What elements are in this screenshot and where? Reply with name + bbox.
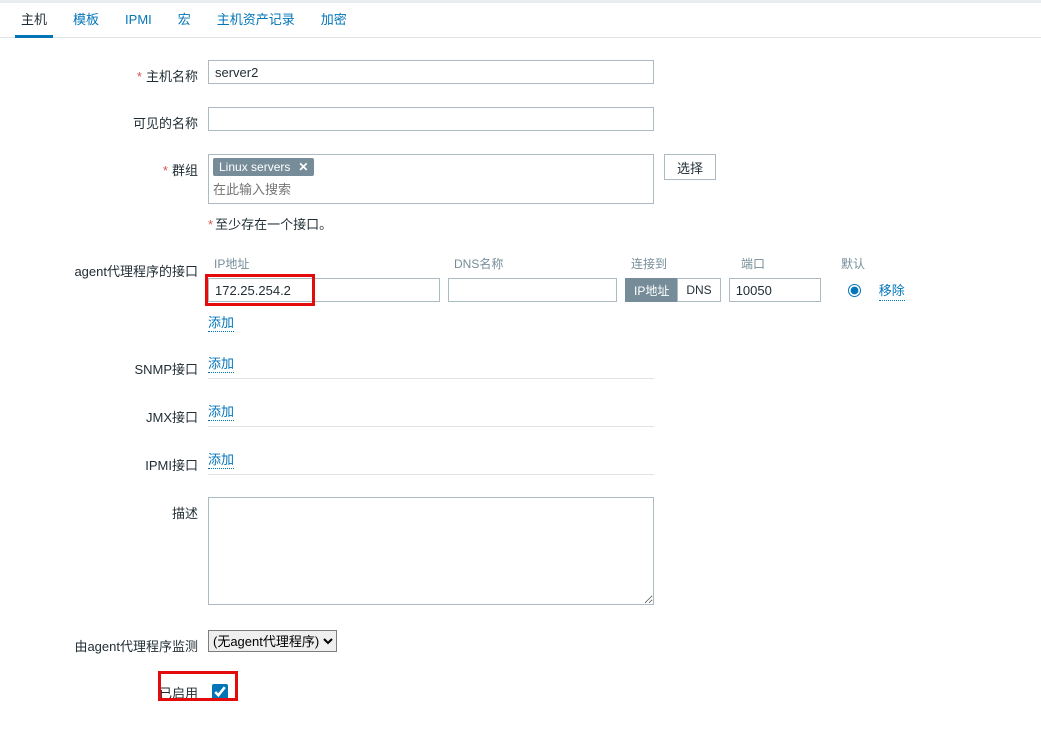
label-visible-name: 可见的名称	[15, 107, 208, 132]
add-jmx-interface-link[interactable]: 添加	[208, 404, 234, 421]
remove-interface-link[interactable]: 移除	[879, 280, 905, 301]
interface-header: IP地址 DNS名称 连接到 端口 默认	[208, 255, 905, 272]
agent-interface-row: IP地址 DNS 移除	[208, 278, 905, 302]
add-ipmi-interface-link[interactable]: 添加	[208, 452, 234, 469]
tab-ipmi[interactable]: IPMI	[119, 4, 158, 38]
label-ipmi-interface: IPMI接口	[15, 449, 208, 474]
interface-hint: *至少存在一个接口。	[208, 214, 654, 233]
add-agent-interface-link[interactable]: 添加	[208, 315, 234, 332]
dns-name-input[interactable]	[448, 278, 617, 302]
description-textarea[interactable]	[208, 497, 654, 605]
remove-group-icon[interactable]: ✕	[298, 160, 308, 174]
label-description: 描述	[15, 497, 208, 522]
label-snmp-interface: SNMP接口	[15, 353, 208, 378]
tab-template[interactable]: 模板	[67, 4, 105, 38]
group-search-input[interactable]	[213, 180, 649, 199]
port-input[interactable]	[729, 278, 821, 302]
host-name-input[interactable]	[208, 60, 654, 84]
connect-ip-button[interactable]: IP地址	[625, 278, 677, 302]
ip-address-input[interactable]	[208, 278, 440, 302]
label-jmx-interface: JMX接口	[15, 401, 208, 426]
tab-bar: 主机 模板 IPMI 宏 主机资产记录 加密	[0, 3, 1041, 38]
enabled-checkbox[interactable]	[212, 684, 228, 700]
label-host-name: *主机名称	[15, 60, 208, 85]
connect-dns-button[interactable]: DNS	[677, 278, 720, 302]
group-tag: Linux servers ✕	[213, 158, 314, 176]
default-interface-radio[interactable]	[848, 284, 861, 297]
select-group-button[interactable]: 选择	[664, 154, 716, 180]
tab-encryption[interactable]: 加密	[315, 4, 353, 38]
label-groups: *群组	[15, 154, 208, 179]
add-snmp-interface-link[interactable]: 添加	[208, 356, 234, 373]
tab-macro[interactable]: 宏	[172, 4, 197, 38]
visible-name-input[interactable]	[208, 107, 654, 131]
groups-multiselect[interactable]: Linux servers ✕	[208, 154, 654, 204]
connect-to-segment: IP地址 DNS	[625, 278, 721, 302]
tab-host[interactable]: 主机	[15, 4, 53, 38]
label-monitored-by: 由agent代理程序监测	[15, 630, 208, 655]
monitored-by-select[interactable]: (无agent代理程序)	[208, 630, 337, 652]
tab-inventory[interactable]: 主机资产记录	[211, 4, 301, 38]
label-agent-interface: agent代理程序的接口	[15, 255, 208, 280]
label-enabled: 已启用	[15, 677, 208, 702]
